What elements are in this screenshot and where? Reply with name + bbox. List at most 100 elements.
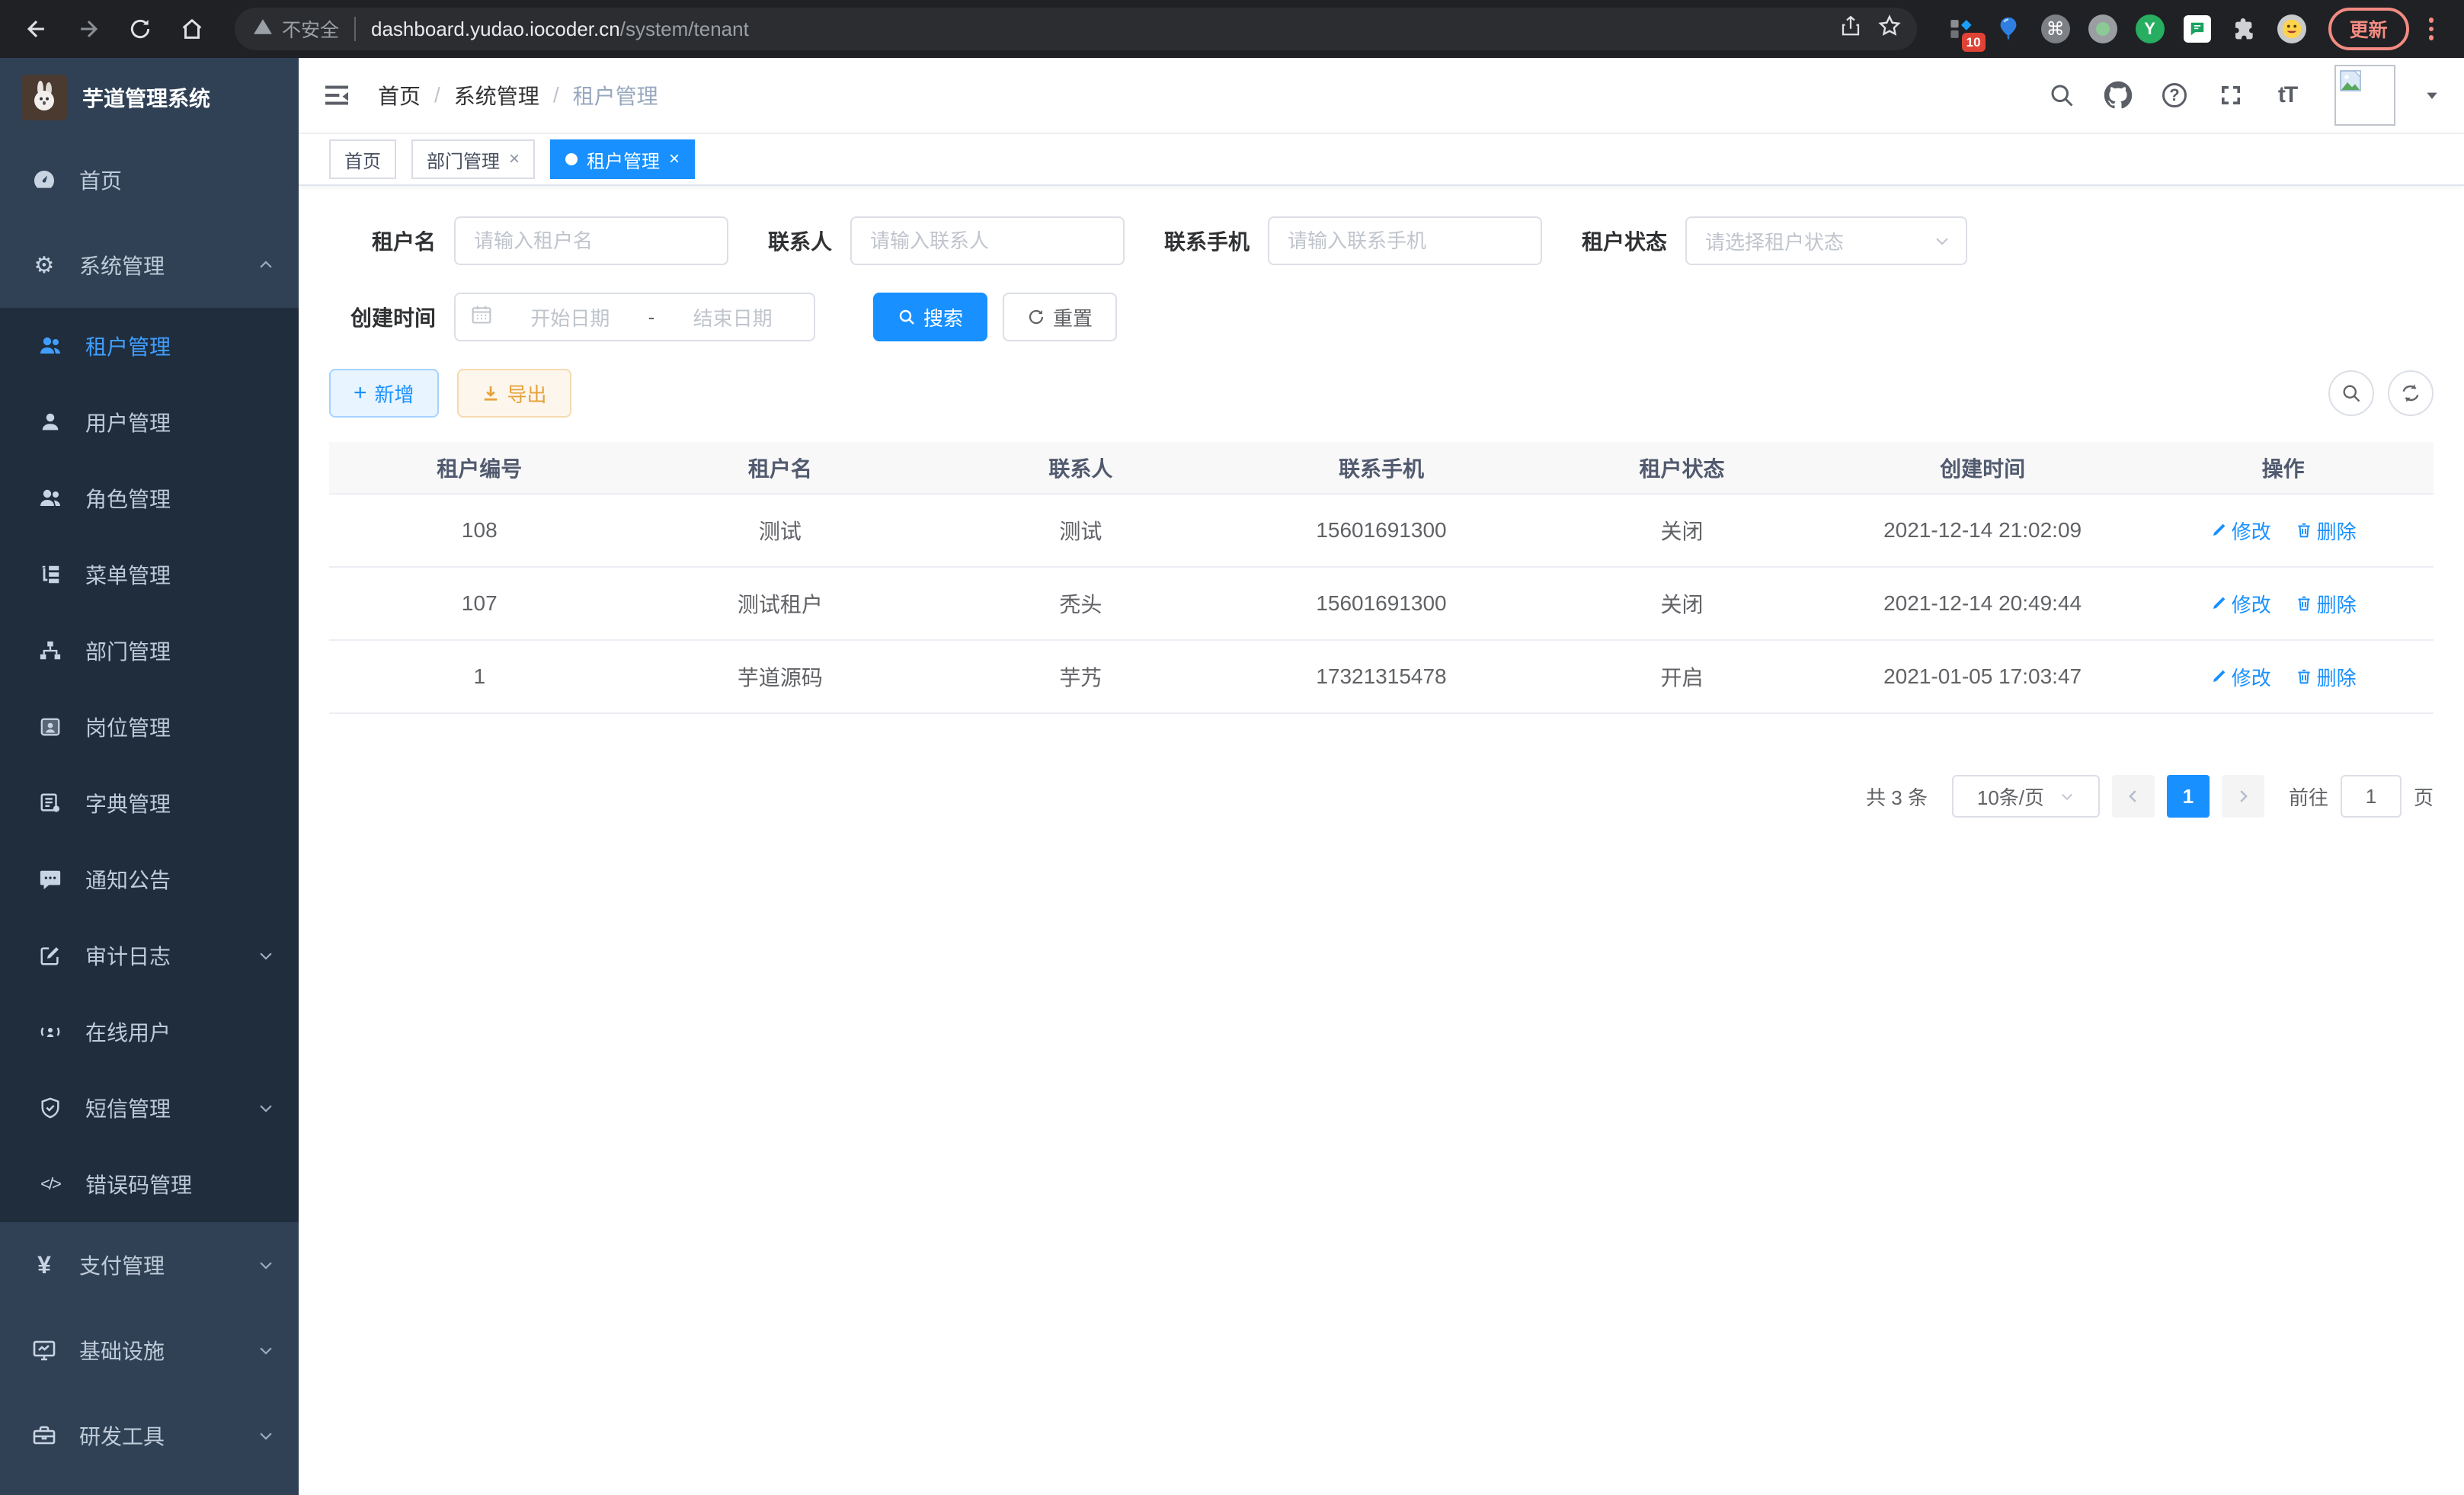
sidebar-item-sms[interactable]: 短信管理 [0, 1070, 299, 1146]
sidebar-item-dept[interactable]: 部门管理 [0, 613, 299, 689]
sidebar-item-pay[interactable]: ¥ 支付管理 [0, 1222, 299, 1308]
close-icon[interactable]: × [509, 150, 520, 168]
address-bar[interactable]: 不安全 dashboard.yudao.iocoder.cn/system/te… [235, 8, 1917, 50]
security-chip[interactable]: 不安全 [253, 15, 339, 43]
edit-link[interactable]: 修改 [2210, 590, 2271, 618]
table-cell: 107 [329, 567, 630, 640]
recorder-extension-icon[interactable] [2086, 12, 2120, 46]
page-unit-label: 页 [2414, 783, 2434, 811]
sidebar-item-home[interactable]: 首页 [0, 137, 299, 222]
delete-link[interactable]: 删除 [2296, 590, 2357, 618]
sidebar-item-dict[interactable]: 字典管理 [0, 765, 299, 841]
forward-icon[interactable] [67, 8, 110, 50]
sidebar-item-post[interactable]: 岗位管理 [0, 689, 299, 765]
page-size-select[interactable]: 10条/页 [1952, 775, 2100, 818]
badge-icon [37, 715, 64, 738]
sidebar-item-notice[interactable]: 通知公告 [0, 841, 299, 917]
mobile-input[interactable] [1268, 216, 1542, 265]
sidebar-item-menu[interactable]: 菜单管理 [0, 536, 299, 613]
bookmark-star-icon[interactable] [1877, 14, 1902, 44]
avatar-caret-icon[interactable] [2424, 88, 2440, 103]
sidebar-item-label: 错误码管理 [85, 1169, 192, 1199]
green-y-extension-icon[interactable]: Y [2133, 12, 2167, 46]
table-cell: 关闭 [1531, 494, 1832, 567]
extension-grid-icon[interactable]: 10 [1944, 12, 1978, 46]
browser-menu-icon[interactable] [2423, 18, 2443, 40]
table-cell: 开启 [1531, 640, 1832, 713]
sidebar-item-label: 首页 [79, 165, 122, 195]
tab-home[interactable]: 首页 [329, 139, 396, 179]
chevron-down-icon [258, 1100, 274, 1116]
search-icon[interactable] [2046, 80, 2077, 110]
search-button[interactable]: 搜索 [873, 293, 987, 341]
github-icon[interactable] [2103, 80, 2133, 110]
share-icon[interactable] [1839, 14, 1862, 43]
puzzle-extensions-icon[interactable] [2228, 12, 2261, 46]
goto-page-input[interactable] [2341, 775, 2402, 818]
dashboard-icon [30, 168, 58, 192]
chevron-down-icon [2059, 789, 2075, 804]
update-button[interactable]: 更新 [2328, 8, 2409, 50]
tab-tenant[interactable]: 租户管理× [550, 139, 695, 179]
sidebar-fold-icon[interactable] [320, 78, 354, 112]
contact-label: 联系人 [768, 226, 832, 256]
avatar[interactable] [2334, 65, 2395, 126]
shield-check-icon [37, 1096, 64, 1119]
sidebar-item-label: 部门管理 [85, 635, 171, 666]
close-icon[interactable]: × [669, 150, 680, 168]
table-cell: 108 [329, 494, 630, 567]
screen: 不安全 dashboard.yudao.iocoder.cn/system/te… [0, 0, 2464, 1495]
status-select[interactable]: 请选择租户状态 [1685, 216, 1967, 265]
sidebar-item-user[interactable]: 用户管理 [0, 384, 299, 460]
emoji-avatar-icon[interactable] [2275, 12, 2309, 46]
fullscreen-icon[interactable] [2216, 80, 2246, 110]
breadcrumb-home[interactable]: 首页 [378, 80, 421, 110]
text-size-icon[interactable]: tT [2272, 80, 2302, 110]
tags-view: 首页 部门管理× 租户管理× [299, 134, 2464, 186]
refresh-button[interactable] [2388, 370, 2434, 416]
tab-dept[interactable]: 部门管理× [411, 139, 535, 179]
sidebar-item-infra[interactable]: 基础设施 [0, 1308, 299, 1393]
edit-link[interactable]: 修改 [2210, 663, 2271, 691]
table-cell: 关闭 [1531, 567, 1832, 640]
create-time-range-picker[interactable]: 开始日期 - 结束日期 [454, 293, 815, 341]
sidebar-item-role[interactable]: 角色管理 [0, 460, 299, 536]
breadcrumb-system[interactable]: 系统管理 [454, 80, 539, 110]
sidebar-item-errorcode[interactable]: </> 错误码管理 [0, 1146, 299, 1222]
sidebar-item-devtools[interactable]: 研发工具 [0, 1393, 299, 1478]
next-page-button[interactable] [2222, 775, 2264, 818]
balloon-extension-icon[interactable] [1992, 12, 2025, 46]
show-search-button[interactable] [2328, 370, 2374, 416]
add-button[interactable]: + 新增 [329, 369, 439, 418]
page-number-button[interactable]: 1 [2167, 775, 2210, 818]
delete-link[interactable]: 删除 [2296, 517, 2357, 545]
table-cell: 测试 [930, 494, 1231, 567]
contact-input[interactable] [850, 216, 1125, 265]
home-icon[interactable] [171, 8, 213, 50]
help-icon[interactable]: ? [2159, 80, 2190, 110]
prev-page-button[interactable] [2112, 775, 2155, 818]
tenant-name-input[interactable] [454, 216, 728, 265]
edit-link[interactable]: 修改 [2210, 517, 2271, 545]
app-logo[interactable]: 芋道管理系统 [0, 64, 299, 131]
export-button[interactable]: 导出 [457, 369, 571, 418]
sidebar-item-online-users[interactable]: 在线用户 [0, 994, 299, 1070]
command-extension-icon[interactable]: ⌘ [2039, 12, 2072, 46]
sidebar-item-system[interactable]: ⚙ 系统管理 [0, 222, 299, 308]
reload-icon[interactable] [119, 8, 162, 50]
sidebar-item-tenant[interactable]: 租户管理 [0, 308, 299, 384]
divider [354, 17, 356, 41]
table-cell: 2021-12-14 21:02:09 [1832, 494, 2133, 567]
chat-extension-icon[interactable] [2181, 12, 2214, 46]
table-cell: 15601691300 [1231, 567, 1532, 640]
sidebar-item-label: 在线用户 [85, 1016, 171, 1047]
table-cell: 秃头 [930, 567, 1231, 640]
tenant-page: 租户名 联系人 联系手机 租户状态 请选择租户状态 [299, 186, 2464, 1495]
sidebar-item-label: 租户管理 [85, 331, 171, 361]
back-icon[interactable] [15, 8, 58, 50]
reset-button[interactable]: 重置 [1003, 293, 1117, 341]
url-path: /system/tenant [620, 18, 749, 40]
delete-link[interactable]: 删除 [2296, 663, 2357, 691]
sidebar-item-audit-log[interactable]: 审计日志 [0, 917, 299, 994]
edit-square-icon [37, 944, 64, 967]
